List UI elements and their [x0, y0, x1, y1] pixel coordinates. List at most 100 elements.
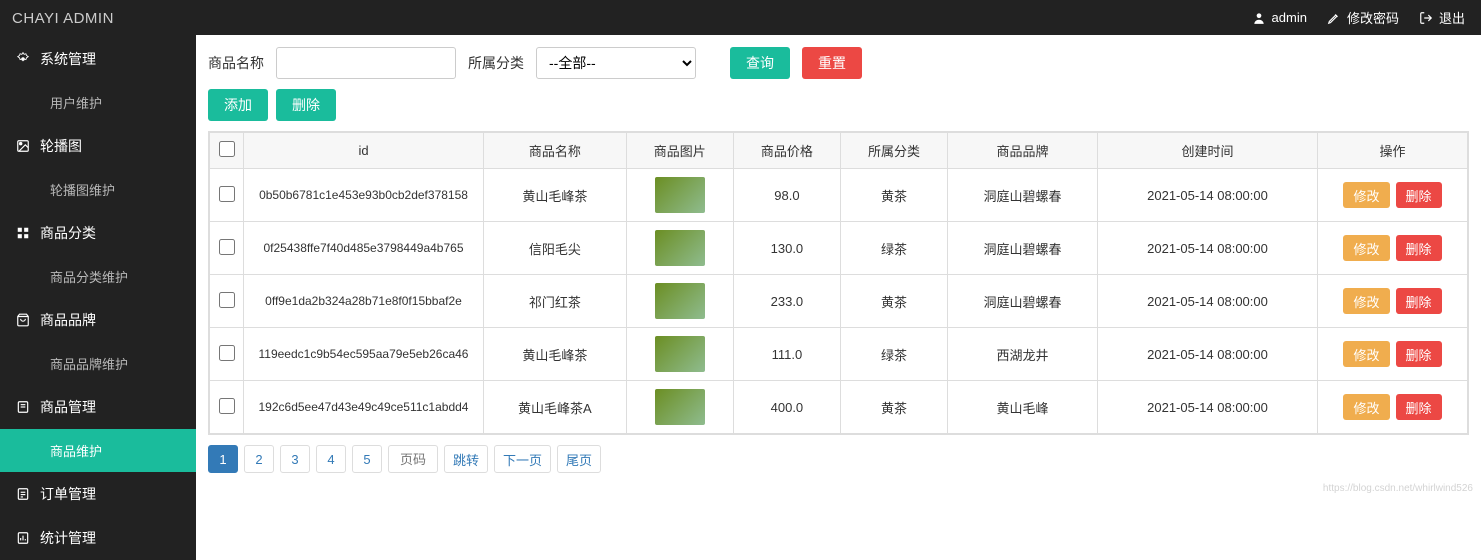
cell-id: 192c6d5ee47d43e49c49ce511c1abdd4 [244, 381, 484, 434]
search-category-label: 所属分类 [468, 53, 524, 73]
th-ops: 操作 [1318, 133, 1468, 169]
th-id: id [244, 133, 484, 169]
sidebar-group-label: 商品管理 [40, 397, 96, 417]
delete-button[interactable]: 删除 [1396, 288, 1442, 314]
sidebar-item-用户维护[interactable]: 用户维护 [0, 81, 196, 124]
page-next-button[interactable]: 下一页 [494, 445, 551, 473]
product-thumb [655, 177, 705, 213]
content-area: admin 修改密码 退出 商品名称 所属分类 --全部-- 查 [196, 0, 1481, 560]
th-image: 商品图片 [626, 133, 733, 169]
search-name-input[interactable] [276, 47, 456, 79]
table-row: 0ff9e1da2b324a28b71e8f0f15bbaf2e祁门红茶233.… [210, 275, 1468, 328]
sidebar-nav: 系统管理用户维护轮播图轮播图维护商品分类商品分类维护商品品牌商品品牌维护商品管理… [0, 37, 196, 560]
image-icon [16, 139, 30, 153]
table-row: 119eedc1c9b54ec595aa79e5eb26ca46黄山毛峰茶111… [210, 328, 1468, 381]
cell-brand: 西湖龙井 [948, 328, 1098, 381]
sidebar-group-系统管理[interactable]: 系统管理 [0, 37, 196, 81]
cell-category: 黄茶 [840, 275, 947, 328]
sidebar-group-订单管理[interactable]: 订单管理 [0, 472, 196, 516]
page-5[interactable]: 5 [352, 445, 382, 473]
row-checkbox[interactable] [219, 292, 235, 308]
cell-name: 信阳毛尖 [484, 222, 627, 275]
cell-name: 黄山毛峰茶 [484, 169, 627, 222]
search-name-label: 商品名称 [208, 53, 264, 73]
sidebar-group-商品管理[interactable]: 商品管理 [0, 385, 196, 429]
add-button[interactable]: 添加 [208, 89, 268, 121]
product-thumb [655, 336, 705, 372]
delete-button[interactable]: 删除 [1396, 182, 1442, 208]
th-name: 商品名称 [484, 133, 627, 169]
row-checkbox[interactable] [219, 186, 235, 202]
row-checkbox[interactable] [219, 398, 235, 414]
delete-button[interactable]: 删除 [1396, 341, 1442, 367]
sidebar-item-商品维护[interactable]: 商品维护 [0, 429, 196, 472]
cell-id: 0ff9e1da2b324a28b71e8f0f15bbaf2e [244, 275, 484, 328]
sidebar-group-label: 轮播图 [40, 136, 82, 156]
action-row: 添加 删除 [208, 89, 1469, 121]
product-table: id 商品名称 商品图片 商品价格 所属分类 商品品牌 创建时间 操作 0b50… [209, 132, 1468, 434]
cell-name: 黄山毛峰茶 [484, 328, 627, 381]
checkbox-all[interactable] [219, 141, 235, 157]
page-1[interactable]: 1 [208, 445, 238, 473]
query-button[interactable]: 查询 [730, 47, 790, 79]
sidebar-group-商品品牌[interactable]: 商品品牌 [0, 298, 196, 342]
table-row: 0f25438ffe7f40d485e3798449a4b765信阳毛尖 130.… [210, 222, 1468, 275]
bulk-delete-button[interactable]: 删除 [276, 89, 336, 121]
th-created: 创建时间 [1098, 133, 1318, 169]
cell-name: 祁门红茶 [484, 275, 627, 328]
logout-icon [1419, 11, 1433, 25]
topbar: admin 修改密码 退出 [196, 0, 1481, 35]
cell-brand: 洞庭山碧螺春 [948, 275, 1098, 328]
topbar-logout[interactable]: 退出 [1419, 8, 1465, 27]
sidebar-group-label: 商品分类 [40, 223, 96, 243]
edit-button[interactable]: 修改 [1343, 182, 1389, 208]
cell-created: 2021-05-14 08:00:00 [1098, 275, 1318, 328]
page-last-button[interactable]: 尾页 [557, 445, 601, 473]
cell-category: 黄茶 [840, 381, 947, 434]
cell-category: 绿茶 [840, 222, 947, 275]
sidebar-group-label: 统计管理 [40, 528, 96, 548]
page-jump-button[interactable]: 跳转 [444, 445, 488, 473]
page-4[interactable]: 4 [316, 445, 346, 473]
cell-image [626, 381, 733, 434]
topbar-logout-label: 退出 [1439, 8, 1465, 27]
sidebar: CHAYI ADMIN 系统管理用户维护轮播图轮播图维护商品分类商品分类维护商品… [0, 0, 196, 560]
reset-button[interactable]: 重置 [802, 47, 862, 79]
page-3[interactable]: 3 [280, 445, 310, 473]
cell-price: 130.0 [733, 222, 840, 275]
sidebar-group-商品分类[interactable]: 商品分类 [0, 211, 196, 255]
sidebar-group-统计管理[interactable]: 统计管理 [0, 516, 196, 560]
cell-price: 400.0 [733, 381, 840, 434]
cell-created: 2021-05-14 08:00:00 [1098, 222, 1318, 275]
sidebar-group-轮播图[interactable]: 轮播图 [0, 124, 196, 168]
user-icon [1252, 11, 1266, 25]
sidebar-group-label: 商品品牌 [40, 310, 96, 330]
page-input[interactable] [388, 445, 438, 473]
topbar-user[interactable]: admin [1252, 10, 1307, 25]
page-2[interactable]: 2 [244, 445, 274, 473]
sidebar-item-商品分类维护[interactable]: 商品分类维护 [0, 255, 196, 298]
sidebar-item-轮播图维护[interactable]: 轮播图维护 [0, 168, 196, 211]
cell-created: 2021-05-14 08:00:00 [1098, 381, 1318, 434]
edit-button[interactable]: 修改 [1343, 235, 1389, 261]
table-row: 192c6d5ee47d43e49c49ce511c1abdd4黄山毛峰茶A40… [210, 381, 1468, 434]
cell-created: 2021-05-14 08:00:00 [1098, 328, 1318, 381]
search-category-select[interactable]: --全部-- [536, 47, 696, 79]
main-panel: 商品名称 所属分类 --全部-- 查询 重置 添加 删除 [196, 35, 1481, 485]
cell-id: 0f25438ffe7f40d485e3798449a4b765 [244, 222, 484, 275]
product-thumb [655, 230, 705, 266]
row-checkbox[interactable] [219, 345, 235, 361]
table-body: 0b50b6781c1e453e93b0cb2def378158黄山毛峰茶98.… [210, 169, 1468, 434]
grid-icon [16, 226, 30, 240]
sidebar-item-商品品牌维护[interactable]: 商品品牌维护 [0, 342, 196, 385]
row-checkbox[interactable] [219, 239, 235, 255]
edit-button[interactable]: 修改 [1343, 394, 1389, 420]
cell-id: 0b50b6781c1e453e93b0cb2def378158 [244, 169, 484, 222]
delete-button[interactable]: 删除 [1396, 235, 1442, 261]
edit-button[interactable]: 修改 [1343, 288, 1389, 314]
edit-button[interactable]: 修改 [1343, 341, 1389, 367]
delete-button[interactable]: 删除 [1396, 394, 1442, 420]
search-bar: 商品名称 所属分类 --全部-- 查询 重置 [208, 47, 1469, 79]
product-thumb [655, 389, 705, 425]
topbar-change-password[interactable]: 修改密码 [1327, 8, 1399, 27]
